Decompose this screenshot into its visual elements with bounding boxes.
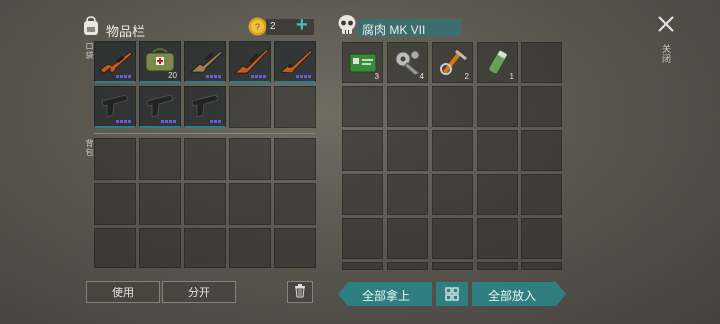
rarity-dots xyxy=(210,120,221,123)
container-slot-empty[interactable] xyxy=(387,174,428,215)
add-coins-button[interactable]: + xyxy=(296,14,308,37)
container-slot-empty[interactable] xyxy=(521,86,562,127)
close-button[interactable] xyxy=(654,12,678,36)
backpack-slot-empty[interactable] xyxy=(229,228,271,268)
container-slot-empty[interactable] xyxy=(342,262,383,270)
split-button[interactable]: 分开 xyxy=(162,281,236,303)
backpack-slot-empty[interactable] xyxy=(94,138,136,180)
pocket-slot-item[interactable] xyxy=(229,41,271,83)
container-slot-empty[interactable] xyxy=(477,262,518,270)
coin-icon: ? xyxy=(248,17,267,36)
pocket-slot-item[interactable] xyxy=(94,41,136,83)
coin-count: 2 xyxy=(270,21,276,32)
container-slot-empty[interactable] xyxy=(477,218,518,259)
backpack-slot-empty[interactable] xyxy=(184,138,226,180)
svg-text:?: ? xyxy=(255,22,260,32)
backpack-slot-empty[interactable] xyxy=(229,138,271,180)
pocket-slot-item[interactable] xyxy=(274,41,316,83)
grid-sort-icon xyxy=(445,287,459,301)
backpack-slot-empty[interactable] xyxy=(274,228,316,268)
container-slot-empty[interactable] xyxy=(432,262,473,270)
pocket-slot-item[interactable] xyxy=(184,86,226,128)
sort-button[interactable] xyxy=(436,282,468,306)
container-slot-empty[interactable] xyxy=(521,262,562,270)
close-icon xyxy=(658,16,674,32)
container-slot-item[interactable]: 3 xyxy=(342,42,383,83)
backpack-slot-empty[interactable] xyxy=(184,228,226,268)
item-quantity: 20 xyxy=(168,71,177,80)
container-slot-empty[interactable] xyxy=(521,130,562,171)
pocket-slot-item[interactable] xyxy=(94,86,136,128)
backpack-slot-empty[interactable] xyxy=(139,183,181,225)
close-label: 关闭 xyxy=(661,44,671,64)
container-slot-empty[interactable] xyxy=(477,174,518,215)
container-slot-item[interactable]: 2 xyxy=(432,42,473,83)
container-slot-empty[interactable] xyxy=(387,262,428,270)
backpack-slot-empty[interactable] xyxy=(139,228,181,268)
item-quantity: 1 xyxy=(509,72,514,81)
container-name: 腐肉 MK VII xyxy=(362,23,426,37)
grid-divider xyxy=(94,133,315,134)
item-quantity: 4 xyxy=(419,72,424,81)
trash-icon xyxy=(294,283,306,301)
container-slot-empty[interactable] xyxy=(342,174,383,215)
container-slot-item[interactable]: 4 xyxy=(387,42,428,83)
item-quantity: 3 xyxy=(374,72,379,81)
put-all-button[interactable]: 全部放入 xyxy=(472,282,566,306)
pocket-slot-item[interactable] xyxy=(184,41,226,83)
item-quantity: 2 xyxy=(464,72,469,81)
pocket-slot-item[interactable] xyxy=(139,86,181,128)
backpack-icon xyxy=(82,16,100,36)
trash-button[interactable] xyxy=(287,281,313,303)
inventory-title: 物品栏 xyxy=(106,24,146,39)
take-all-label: 全部拿上 xyxy=(362,289,411,303)
rarity-dots xyxy=(296,75,311,78)
rarity-dots xyxy=(251,75,266,78)
take-all-button[interactable]: 全部拿上 xyxy=(338,282,432,306)
rarity-dots xyxy=(161,120,176,123)
rarity-dots xyxy=(206,75,221,78)
container-slot-empty[interactable] xyxy=(387,130,428,171)
backpack-slot-empty[interactable] xyxy=(229,183,271,225)
backpack-slot-empty[interactable] xyxy=(184,183,226,225)
backpack-slot-empty[interactable] xyxy=(139,138,181,180)
rarity-dots xyxy=(116,120,131,123)
container-slot-empty[interactable] xyxy=(521,218,562,259)
rarity-dots xyxy=(116,75,131,78)
container-slot-item[interactable]: 1 xyxy=(477,42,518,83)
backpack-slot-empty[interactable] xyxy=(94,228,136,268)
container-slot-empty[interactable] xyxy=(387,86,428,127)
use-button[interactable]: 使用 xyxy=(86,281,160,303)
container-slot-empty[interactable] xyxy=(521,174,562,215)
container-slot-empty[interactable] xyxy=(432,174,473,215)
put-all-label: 全部放入 xyxy=(488,289,537,303)
skull-icon xyxy=(337,14,357,36)
container-slot-empty[interactable] xyxy=(477,86,518,127)
container-slot-empty[interactable] xyxy=(387,218,428,259)
container-slot-empty[interactable] xyxy=(432,218,473,259)
pocket-slot-empty[interactable] xyxy=(229,86,271,128)
container-slot-empty[interactable] xyxy=(432,130,473,171)
backpack-slot-empty[interactable] xyxy=(274,183,316,225)
container-slot-empty[interactable] xyxy=(342,86,383,127)
container-slot-empty[interactable] xyxy=(342,130,383,171)
backpack-slot-empty[interactable] xyxy=(274,138,316,180)
backpack-slot-empty[interactable] xyxy=(94,183,136,225)
container-slot-empty[interactable] xyxy=(477,130,518,171)
container-slot-empty[interactable] xyxy=(521,42,562,83)
pocket-slot-item[interactable]: 20 xyxy=(139,41,181,83)
pocket-slot-empty[interactable] xyxy=(274,86,316,128)
container-slot-empty[interactable] xyxy=(342,218,383,259)
container-slot-empty[interactable] xyxy=(432,86,473,127)
